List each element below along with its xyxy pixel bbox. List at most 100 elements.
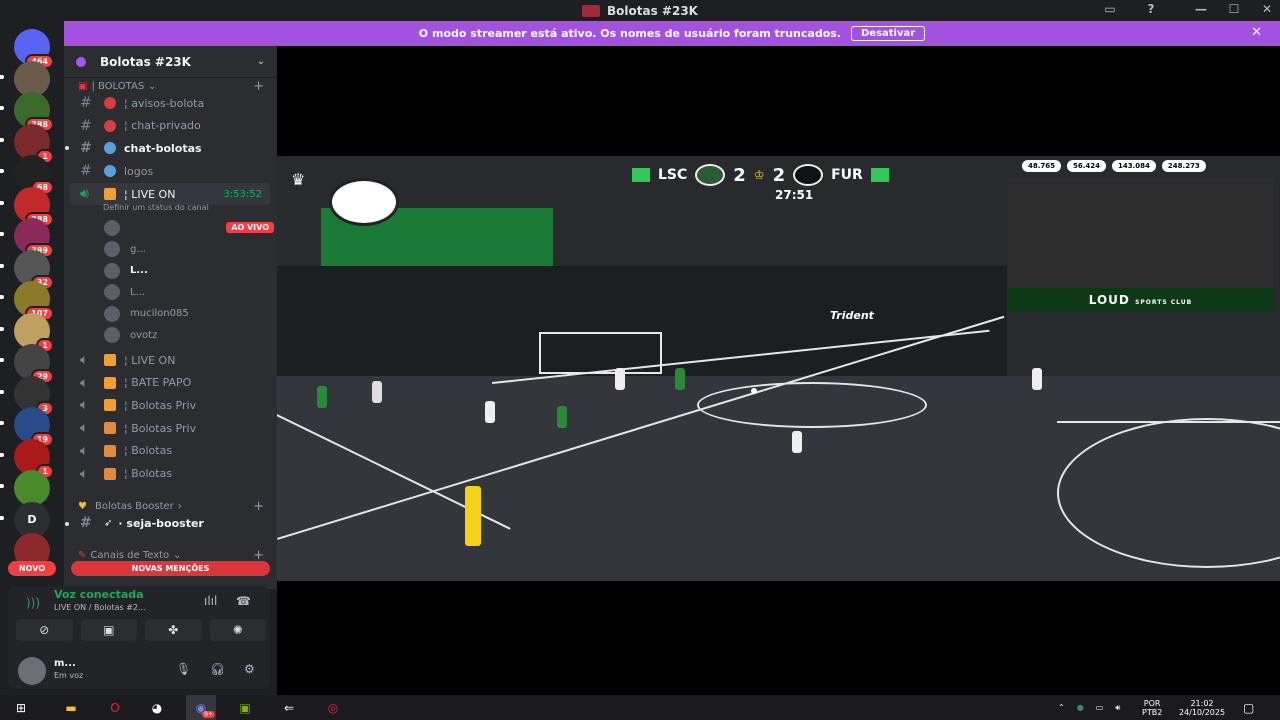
channel-emoji-icon [104, 119, 116, 132]
close-banner-icon[interactable]: ✕ [1251, 25, 1262, 40]
kick-viewers: 56.424 [1067, 160, 1107, 172]
unread-pill [0, 263, 4, 268]
microphone-icon[interactable]: 🎙︎ [176, 662, 191, 676]
voice-user[interactable]: L... [104, 260, 274, 281]
voice-channel-item[interactable]: 🔈︎ ¦ Bolotas [70, 463, 270, 485]
channel-label: logos [124, 164, 154, 178]
youtube-viewers: 143.084 [1112, 160, 1156, 172]
chevron-up-icon[interactable]: ⌃ [1058, 703, 1065, 712]
noise-suppression-icon[interactable]: ılıl [204, 594, 217, 608]
camera-off-button[interactable]: ⊘ [16, 619, 73, 641]
discord-home-icon[interactable]: 464 [14, 29, 54, 69]
speaker-icon: 🔈︎ [80, 465, 89, 482]
twitch-viewers: 48.765 [1022, 160, 1062, 172]
app-icon[interactable]: ⇐ [274, 695, 304, 720]
server-2-icon[interactable]: 388 [0, 92, 54, 132]
disable-streamer-button[interactable]: Desativar [850, 26, 926, 41]
avatar [104, 305, 120, 322]
start-button[interactable]: ⊞ [6, 695, 36, 720]
server-4-icon[interactable]: 68 [0, 155, 54, 195]
server-boost-icon [76, 56, 86, 67]
minimize-button[interactable]: — [1191, 2, 1211, 16]
new-badge[interactable]: NOVO [8, 561, 56, 576]
file-explorer-icon[interactable]: ▬ [56, 695, 86, 720]
voice-user[interactable]: ovotz [104, 325, 274, 346]
voice-user[interactable]: g... [104, 239, 274, 260]
team-left-logo-icon [695, 164, 726, 186]
clock[interactable]: 21:02 24/10/2025 [1174, 695, 1230, 720]
title-bar: Bolotas #23K ▭ ? — ☐ ✕ [0, 0, 1280, 21]
app-icon[interactable]: ◎ [318, 695, 348, 720]
voice-user[interactable]: AO VIVO [104, 217, 274, 238]
voice-user-name: L... [130, 265, 148, 276]
channel-item[interactable]: # ¦ avisos-bolota [70, 92, 270, 114]
channel-live-on[interactable]: 🔊︎ ¦ LIVE ON 3:53:52 [70, 183, 270, 205]
channel-emoji-icon [104, 422, 116, 435]
voice-user[interactable]: mucilon085 [104, 303, 274, 324]
disconnect-icon[interactable]: ☎ [236, 594, 251, 608]
chevron-down-icon: ⌄ [256, 56, 265, 67]
channel-seja-booster[interactable]: # ➶ · seja-booster [70, 512, 270, 534]
player [485, 401, 495, 423]
voice-channel-item[interactable]: 🔈︎ ¦ Bolotas [70, 440, 270, 462]
new-mentions-button[interactable]: NOVAS MENÇÕES [71, 561, 270, 576]
team-left: LSC [658, 167, 688, 183]
channel-emoji-icon [104, 354, 116, 366]
settings-gear-icon[interactable]: ⚙ [244, 662, 255, 676]
volume-icon[interactable]: 🔊︎ [1115, 703, 1120, 713]
server-10-icon[interactable]: 29 [0, 344, 54, 384]
avatar [104, 219, 120, 236]
stream-video[interactable]: ♛ LSC 2 ♔ 2 FUR 27:51 LOUD SPORTS CLUB 4… [277, 156, 1280, 581]
soundboard-button[interactable]: ✺ [209, 619, 266, 641]
voice-user-name: mucilon085 [130, 308, 189, 319]
voice-channel-item[interactable]: 🔈︎ ¦ BATE PAPO [70, 372, 270, 394]
channel-item[interactable]: # logos [70, 160, 270, 182]
channel-item[interactable]: # ¦ chat-privado [70, 115, 270, 137]
voice-channel-item[interactable]: 🔈︎ ¦ Bolotas Priv [70, 394, 270, 416]
server-name: Bolotas #23K [100, 54, 191, 69]
channel-status[interactable]: Definir um status do canal [103, 203, 209, 212]
inbox-icon[interactable]: ▭ [1100, 2, 1120, 16]
help-icon[interactable]: ? [1141, 2, 1161, 16]
voice-user[interactable]: L... [104, 282, 274, 303]
player [557, 406, 567, 428]
maximize-button[interactable]: ☐ [1224, 2, 1244, 16]
server-12-icon[interactable]: 19 [0, 407, 54, 447]
scoreboard: LSC 2 ♔ 2 FUR [632, 162, 889, 188]
server-6-icon[interactable]: 389 [0, 218, 54, 258]
opera-icon[interactable]: O [100, 695, 130, 720]
tray-app-icon[interactable]: ● [1077, 703, 1084, 712]
nvidia-icon[interactable]: ▣ [230, 695, 260, 720]
screen-share-button[interactable]: ▣ [80, 619, 137, 641]
unread-pill [0, 421, 4, 425]
user-area[interactable]: m... Em voz 🎙︎ 🎧︎ ⚙ [18, 656, 266, 686]
server-8-icon[interactable]: 107 [0, 281, 54, 321]
voice-channel-item[interactable]: 🔈︎ ¦ Bolotas Priv [70, 417, 270, 439]
notifications-icon[interactable]: ▢ [1243, 695, 1254, 720]
server-header[interactable]: Bolotas #23K ⌄ [64, 46, 277, 78]
voice-location[interactable]: LIVE ON / Bolotas #2... [54, 603, 146, 612]
team-right-logo-icon [793, 164, 824, 186]
discord-icon[interactable]: ◉ 9+ [186, 695, 216, 720]
avatar[interactable] [18, 657, 46, 685]
channel-item[interactable]: # chat-bolotas [70, 137, 270, 159]
player [792, 431, 802, 453]
server-14-icon[interactable] [0, 470, 50, 506]
close-button[interactable]: ✕ [1257, 2, 1277, 16]
activities-button[interactable]: ✤ [145, 619, 202, 641]
app-icon[interactable]: ◕ [142, 695, 172, 720]
speaker-icon: 🔈︎ [80, 374, 89, 391]
live-badge: AO VIVO [226, 222, 274, 233]
team-badge-icon [329, 178, 399, 226]
total-viewers: 248.273 [1161, 160, 1206, 172]
language-indicator[interactable]: POR PTB2 [1142, 695, 1162, 720]
headphones-icon[interactable]: 🎧︎ [210, 662, 225, 676]
chevron-down-icon: ⌄ [148, 81, 157, 92]
speaker-icon: 🔈︎ [80, 397, 89, 414]
channel-emoji-icon [104, 142, 116, 155]
network-icon[interactable]: ▭ [1096, 703, 1104, 712]
voice-connected-label[interactable]: Voz conectada [54, 588, 144, 601]
voice-channel-item[interactable]: 🔈︎ ¦ LIVE ON [70, 349, 270, 371]
channel-label: ¦ Bolotas [124, 444, 173, 458]
avatar [104, 327, 120, 343]
